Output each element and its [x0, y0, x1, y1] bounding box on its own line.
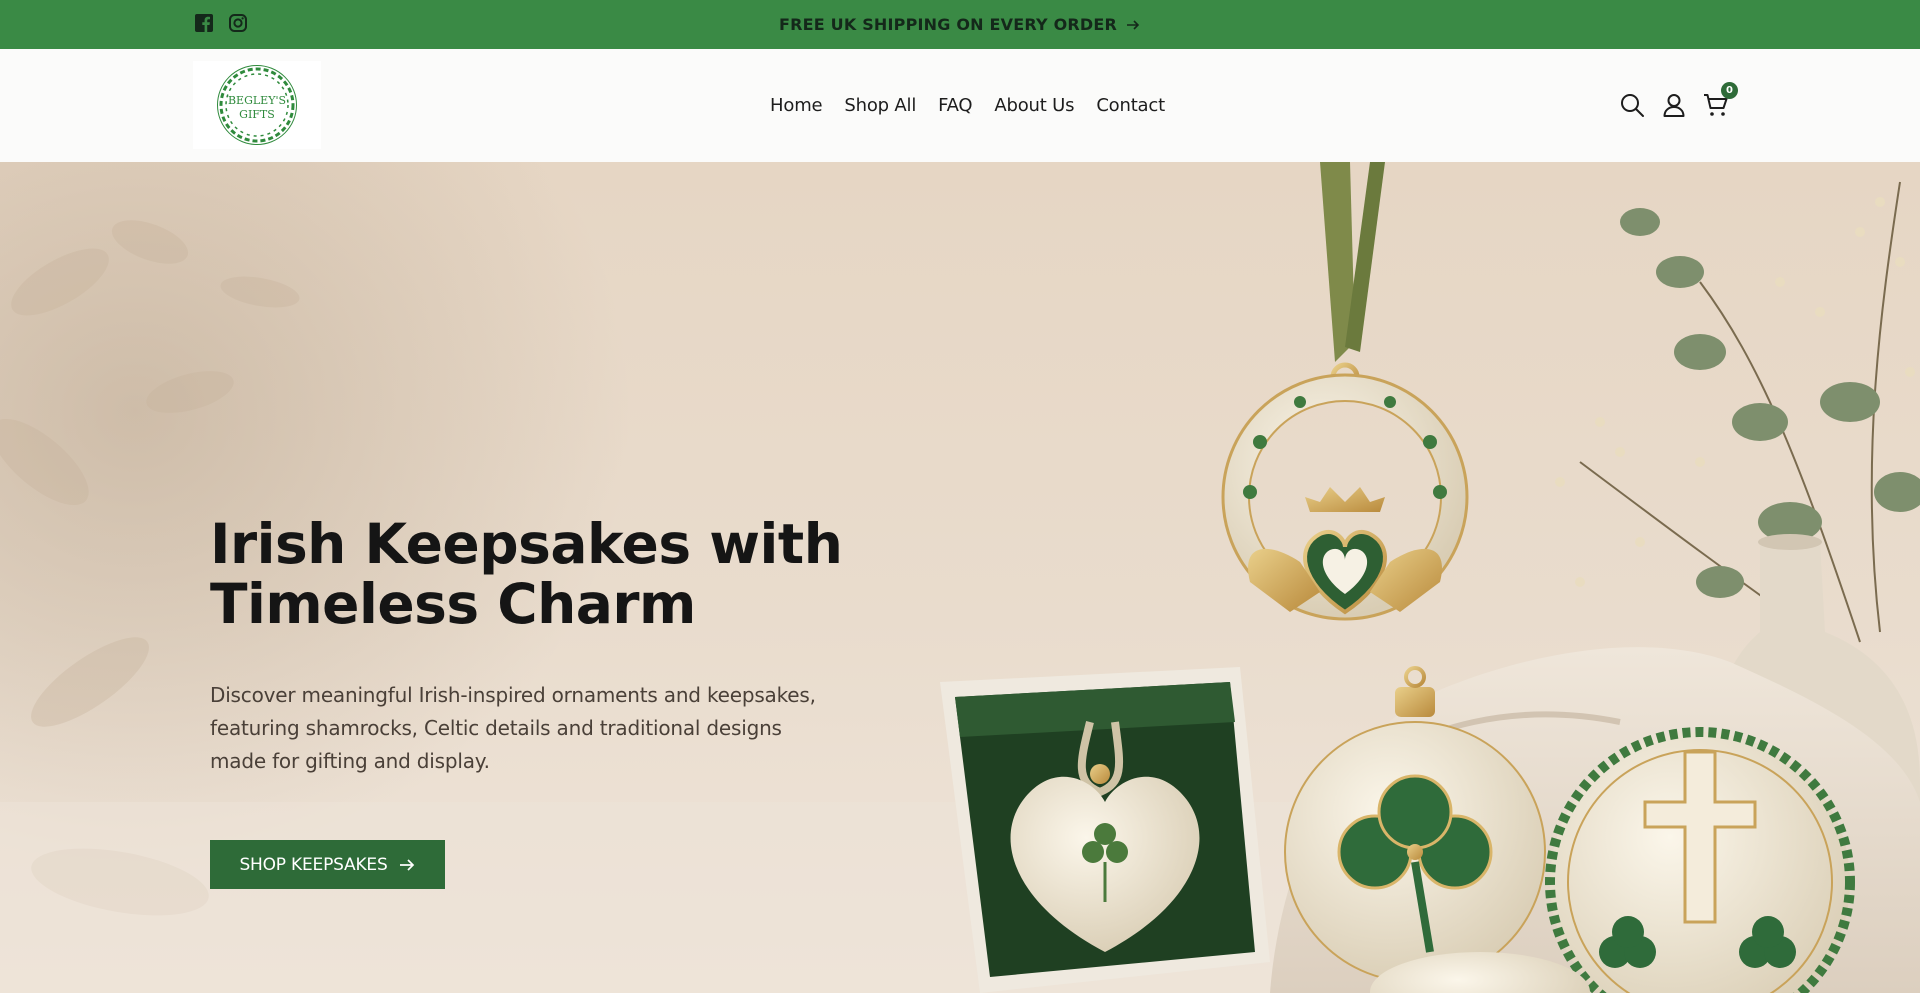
hero-title-line1: Irish Keepsakes with: [210, 512, 843, 576]
arrow-right-icon: [1127, 19, 1140, 30]
nav-contact[interactable]: Contact: [1096, 95, 1165, 116]
announcement-text: FREE UK SHIPPING ON EVERY ORDER: [778, 15, 1118, 34]
nav-shop-all[interactable]: Shop All: [844, 95, 916, 116]
site-header: BEGLEY'S GIFTS Home Shop All FAQ About U…: [0, 49, 1920, 162]
shop-keepsakes-button[interactable]: SHOP KEEPSAKES: [210, 840, 445, 889]
account-icon[interactable]: [1660, 91, 1688, 119]
nav-faq[interactable]: FAQ: [938, 95, 972, 116]
free-shipping-announcement[interactable]: FREE UK SHIPPING ON EVERY ORDER: [0, 0, 1920, 49]
announcement-bar: FREE UK SHIPPING ON EVERY ORDER: [0, 0, 1920, 49]
nav-home[interactable]: Home: [770, 95, 823, 116]
hero-description: Discover meaningful Irish-inspired ornam…: [210, 683, 816, 773]
nav-about-us[interactable]: About Us: [994, 95, 1074, 116]
hero-title-line2: Timeless Charm: [210, 572, 696, 636]
hero-title: Irish Keepsakes with Timeless Charm: [210, 514, 850, 634]
cta-label: SHOP KEEPSAKES: [239, 854, 388, 875]
header-icons: 0: [1618, 82, 1738, 119]
cart-count-badge: 0: [1721, 82, 1738, 99]
hero-banner: Irish Keepsakes with Timeless Charm Disc…: [0, 162, 1920, 993]
search-icon[interactable]: [1618, 91, 1646, 119]
arrow-right-icon: [399, 858, 414, 871]
cart-icon[interactable]: 0: [1702, 82, 1738, 119]
